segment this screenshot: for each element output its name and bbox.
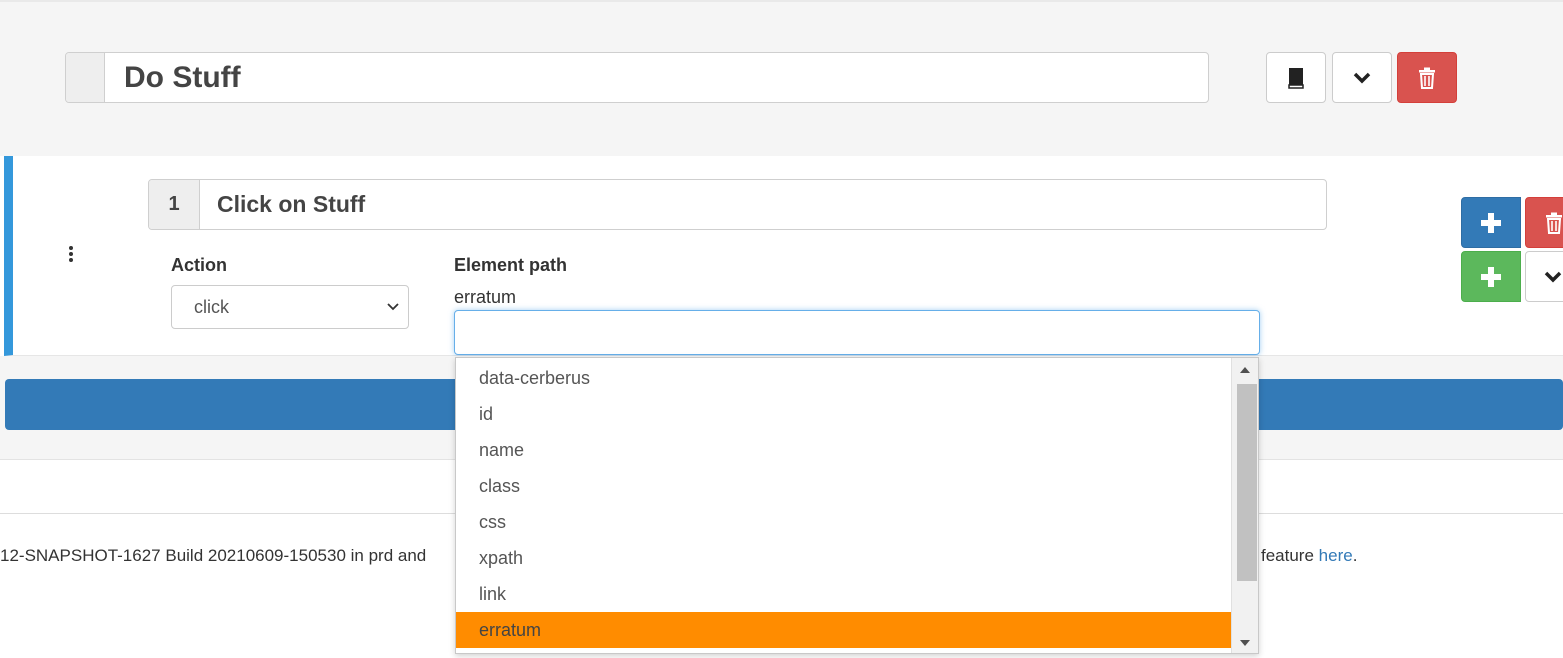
element-path-value: erratum: [454, 287, 517, 307]
dropdown-option-selected[interactable]: erratum: [456, 612, 1233, 648]
book-button[interactable]: [1266, 52, 1326, 103]
element-path-label: Element path: [454, 255, 568, 275]
footer-period: .: [1352, 546, 1358, 565]
dropdown-option[interactable]: css: [456, 504, 1233, 540]
dropdown-option[interactable]: link: [456, 576, 1233, 612]
delete-step-button[interactable]: [1525, 197, 1563, 248]
dropdown-option[interactable]: class: [456, 468, 1233, 504]
add-action-button[interactable]: [1461, 197, 1521, 248]
testcase-title[interactable]: Do Stuff: [105, 53, 1208, 102]
footer-build-info: 12-SNAPSHOT-1627 Build 20210609-150530 i…: [0, 546, 427, 565]
step-number: 1: [149, 180, 200, 229]
chevron-down-icon: [387, 303, 399, 311]
title-addon: [66, 53, 105, 102]
chevron-down-icon: [1353, 72, 1371, 83]
footer-feature-link[interactable]: here: [1319, 546, 1353, 565]
plus-icon: [1481, 212, 1501, 233]
scrollbar-thumb[interactable]: [1237, 384, 1257, 581]
dropdown-option[interactable]: name: [456, 432, 1233, 468]
testcase-title-field[interactable]: Do Stuff: [65, 52, 1209, 103]
dropdown-options-list: data-cerberus id name class css xpath li…: [456, 360, 1233, 648]
scroll-down-icon[interactable]: [1240, 640, 1250, 646]
step-title-field[interactable]: 1 Click on Stuff: [148, 179, 1327, 230]
dropdown-option[interactable]: xpath: [456, 540, 1233, 576]
dropdown-option[interactable]: id: [456, 396, 1233, 432]
collapse-button[interactable]: [1332, 52, 1392, 103]
collapse-step-button[interactable]: [1525, 251, 1563, 302]
trash-icon: [1419, 67, 1435, 89]
element-path-input[interactable]: [454, 310, 1260, 355]
step-title[interactable]: Click on Stuff: [200, 180, 1326, 229]
vertical-dots-icon[interactable]: [68, 246, 76, 266]
action-select-value: click: [194, 297, 229, 317]
trash-icon: [1546, 212, 1562, 234]
dropdown-scrollbar[interactable]: [1231, 358, 1258, 653]
element-path-dropdown: data-cerberus id name class css xpath li…: [455, 357, 1259, 654]
plus-icon: [1481, 266, 1501, 287]
delete-testcase-button[interactable]: [1397, 52, 1457, 103]
action-label: Action: [171, 255, 227, 275]
scroll-up-icon[interactable]: [1240, 367, 1250, 373]
footer-feature-text: w feature here.: [1244, 546, 1357, 566]
book-icon: [1288, 67, 1304, 89]
dropdown-option[interactable]: data-cerberus: [456, 360, 1233, 396]
chevron-down-icon: [1544, 271, 1562, 282]
add-step-button[interactable]: [1461, 251, 1521, 302]
action-select[interactable]: click: [171, 285, 409, 329]
